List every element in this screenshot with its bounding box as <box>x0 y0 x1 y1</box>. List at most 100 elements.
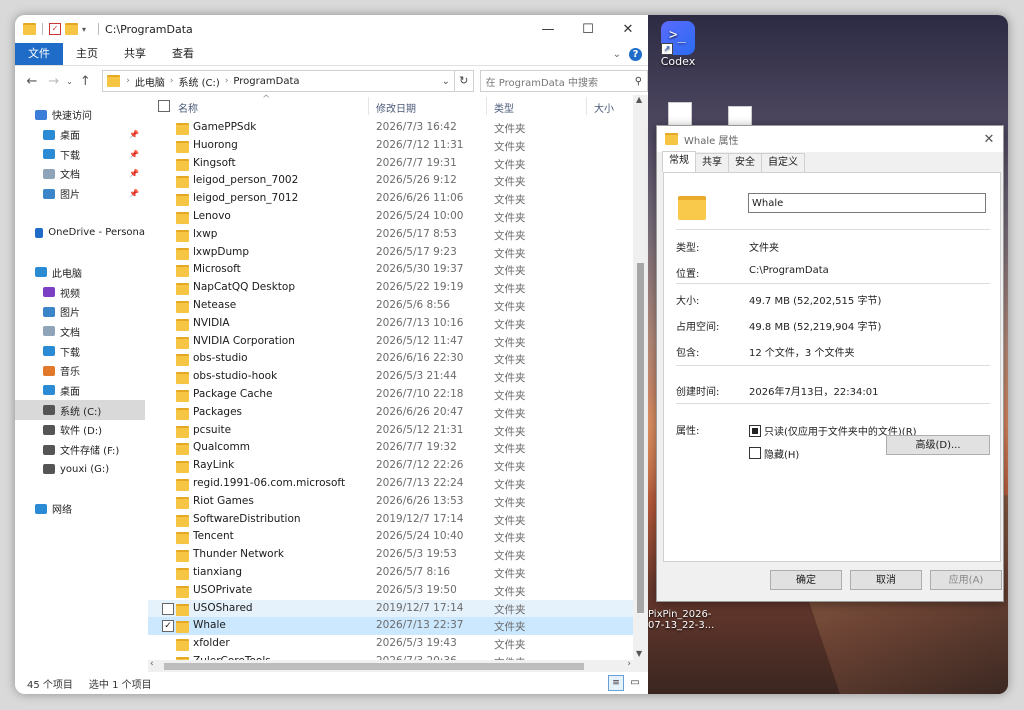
table-row[interactable]: obs-studio-hook 2026/5/3 21:44 文件夹 <box>148 368 634 386</box>
table-row[interactable]: Qualcomm 2026/7/7 19:32 文件夹 <box>148 439 634 457</box>
refresh-icon[interactable]: ↻ <box>454 70 474 92</box>
table-row[interactable]: Lenovo 2026/5/24 10:00 文件夹 <box>148 208 634 226</box>
advanced-button[interactable]: 高级(D)... <box>886 435 990 455</box>
table-row[interactable]: Packages 2026/6/26 20:47 文件夹 <box>148 404 634 422</box>
nav-item[interactable]: 快速访问 <box>15 105 145 125</box>
tab-file[interactable]: 文件 <box>15 43 63 65</box>
new-folder-icon[interactable] <box>65 23 78 35</box>
nav-item[interactable]: 视频 <box>15 282 145 302</box>
quick-access-dropdown-icon[interactable]: ▾ <box>82 25 86 34</box>
table-row[interactable]: Microsoft 2026/5/30 19:37 文件夹 <box>148 261 634 279</box>
table-row[interactable]: ✓ Whale 2026/7/13 22:37 文件夹 <box>148 617 634 636</box>
tab-home[interactable]: 主页 <box>63 43 111 65</box>
nav-item[interactable]: 桌面 <box>15 381 145 401</box>
breadcrumb-drive-c[interactable]: 系统 (C:) <box>178 74 219 89</box>
readonly-checkbox[interactable] <box>749 425 761 437</box>
apply-button[interactable]: 应用(A) <box>930 570 1002 590</box>
table-row[interactable]: Thunder Network 2026/5/3 19:53 文件夹 <box>148 546 634 564</box>
table-row[interactable]: obs-studio 2026/6/16 22:30 文件夹 <box>148 350 634 368</box>
table-row[interactable]: SoftwareDistribution 2019/12/7 17:14 文件夹 <box>148 511 634 529</box>
hidden-checkbox[interactable] <box>749 447 761 459</box>
vertical-scrollbar[interactable]: ▲ ▼ <box>633 95 648 672</box>
table-row[interactable]: Netease 2026/5/6 8:56 文件夹 <box>148 297 634 315</box>
scroll-left-icon[interactable]: ‹ <box>150 659 154 669</box>
table-row[interactable]: Riot Games 2026/6/26 13:53 文件夹 <box>148 493 634 511</box>
table-row[interactable]: USOShared 2019/12/7 17:14 文件夹 <box>148 599 634 618</box>
expand-ribbon-icon[interactable]: ⌄ <box>613 49 621 60</box>
table-row[interactable]: lxwp 2026/5/17 8:53 文件夹 <box>148 226 634 244</box>
tab-customize[interactable]: 自定义 <box>761 153 805 172</box>
minimize-button[interactable]: — <box>528 15 568 43</box>
nav-item[interactable]: 音乐 <box>15 361 145 381</box>
table-row[interactable]: tianxiang 2026/5/7 8:16 文件夹 <box>148 564 634 582</box>
scroll-down-icon[interactable]: ▼ <box>636 649 642 658</box>
table-row[interactable]: GamePPSdk 2026/7/3 16:42 文件夹 <box>148 119 634 137</box>
maximize-button[interactable]: ☐ <box>568 15 608 43</box>
search-input[interactable]: 在 ProgramData 中搜索 ⚲ <box>479 70 649 92</box>
tab-security[interactable]: 安全 <box>728 153 762 172</box>
desktop-icon-codex[interactable]: >_ ↗ Codex <box>658 21 698 68</box>
nav-item[interactable]: 图片 📌 <box>15 184 145 204</box>
nav-item[interactable]: 网络 <box>15 499 145 519</box>
breadcrumb-programdata[interactable]: ProgramData <box>233 76 299 87</box>
scroll-right-icon[interactable]: › <box>627 659 631 669</box>
breadcrumb-chevron-icon[interactable]: › <box>126 76 130 86</box>
table-row[interactable]: Tencent 2026/5/24 10:40 文件夹 <box>148 528 634 546</box>
table-row[interactable]: USOPrivate 2026/5/3 19:50 文件夹 <box>148 582 634 600</box>
table-row[interactable]: Kingsoft 2026/7/7 19:31 文件夹 <box>148 155 634 173</box>
table-row[interactable]: lxwpDump 2026/5/17 9:23 文件夹 <box>148 244 634 262</box>
tab-general[interactable]: 常规 <box>662 151 696 172</box>
nav-item[interactable]: 此电脑 <box>15 263 145 283</box>
table-row[interactable]: Huorong 2026/7/12 11:31 文件夹 <box>148 137 634 155</box>
column-type[interactable]: 类型 <box>494 100 514 115</box>
folder-name-input[interactable]: Whale <box>748 193 986 213</box>
scroll-up-icon[interactable]: ▲ <box>636 95 642 104</box>
checkbox-quick-icon[interactable]: ✓ <box>49 23 61 35</box>
nav-item[interactable]: 文档 📌 <box>15 164 145 184</box>
tab-view[interactable]: 查看 <box>159 43 207 65</box>
desktop-icon-pixpin[interactable]: PixPin_2026- 07-13_22-3... <box>648 609 714 631</box>
table-row[interactable]: leigod_person_7002 2026/5/26 9:12 文件夹 <box>148 172 634 190</box>
address-dropdown-icon[interactable]: ⌄ <box>438 76 454 87</box>
horizontal-scroll-thumb[interactable] <box>164 663 584 670</box>
large-icons-view-icon[interactable]: ▭ <box>628 676 642 690</box>
table-row[interactable]: Package Cache 2026/7/10 22:18 文件夹 <box>148 386 634 404</box>
column-size[interactable]: 大小 <box>594 100 614 115</box>
vertical-scroll-thumb[interactable] <box>637 263 644 613</box>
select-all-checkbox[interactable] <box>158 100 170 112</box>
tab-sharing[interactable]: 共享 <box>695 153 729 172</box>
nav-item[interactable]: 文档 <box>15 322 145 342</box>
recent-dropdown-icon[interactable]: ⌄ <box>65 77 75 86</box>
row-checkbox[interactable] <box>162 602 174 615</box>
table-row[interactable]: leigod_person_7012 2026/6/26 11:06 文件夹 <box>148 190 634 208</box>
close-button[interactable]: ✕ <box>608 15 648 43</box>
nav-item[interactable]: 下载 <box>15 341 145 361</box>
nav-item[interactable]: 下载 📌 <box>15 144 145 164</box>
table-row[interactable]: pcsuite 2026/5/12 21:31 文件夹 <box>148 422 634 440</box>
nav-item[interactable]: 软件 (D:) <box>15 420 145 440</box>
back-arrow-icon[interactable]: ← <box>21 74 43 89</box>
address-bar[interactable]: › 此电脑 › 系统 (C:) › ProgramData ⌄ <box>102 70 455 92</box>
nav-item[interactable]: youxi (G:) <box>15 459 145 479</box>
nav-item[interactable]: 图片 <box>15 302 145 322</box>
dialog-close-icon[interactable]: ✕ <box>975 132 1003 147</box>
column-name[interactable]: 名称 <box>178 100 198 115</box>
forward-arrow-icon[interactable]: → <box>43 74 65 89</box>
row-checkbox[interactable]: ✓ <box>162 620 174 633</box>
breadcrumb-chevron-icon[interactable]: › <box>225 76 229 86</box>
help-icon[interactable]: ? <box>629 47 642 61</box>
table-row[interactable]: RayLink 2026/7/12 22:26 文件夹 <box>148 457 634 475</box>
sort-arrow-icon[interactable]: ^ <box>262 94 270 105</box>
breadcrumb-this-pc[interactable]: 此电脑 <box>135 74 165 89</box>
ok-button[interactable]: 确定 <box>770 570 842 590</box>
nav-item[interactable]: 桌面 📌 <box>15 125 145 145</box>
details-view-icon[interactable]: ≡ <box>608 675 624 691</box>
nav-item[interactable]: 文件存储 (F:) <box>15 440 145 460</box>
table-row[interactable]: xfolder 2026/5/3 19:43 文件夹 <box>148 635 634 653</box>
nav-item[interactable]: 系统 (C:) <box>15 400 145 420</box>
table-row[interactable]: NVIDIA Corporation 2026/5/12 11:47 文件夹 <box>148 333 634 351</box>
horizontal-scrollbar[interactable]: ‹ › <box>148 659 633 672</box>
nav-item[interactable]: OneDrive - Persona <box>15 223 145 243</box>
column-date[interactable]: 修改日期 <box>376 100 416 115</box>
cancel-button[interactable]: 取消 <box>850 570 922 590</box>
